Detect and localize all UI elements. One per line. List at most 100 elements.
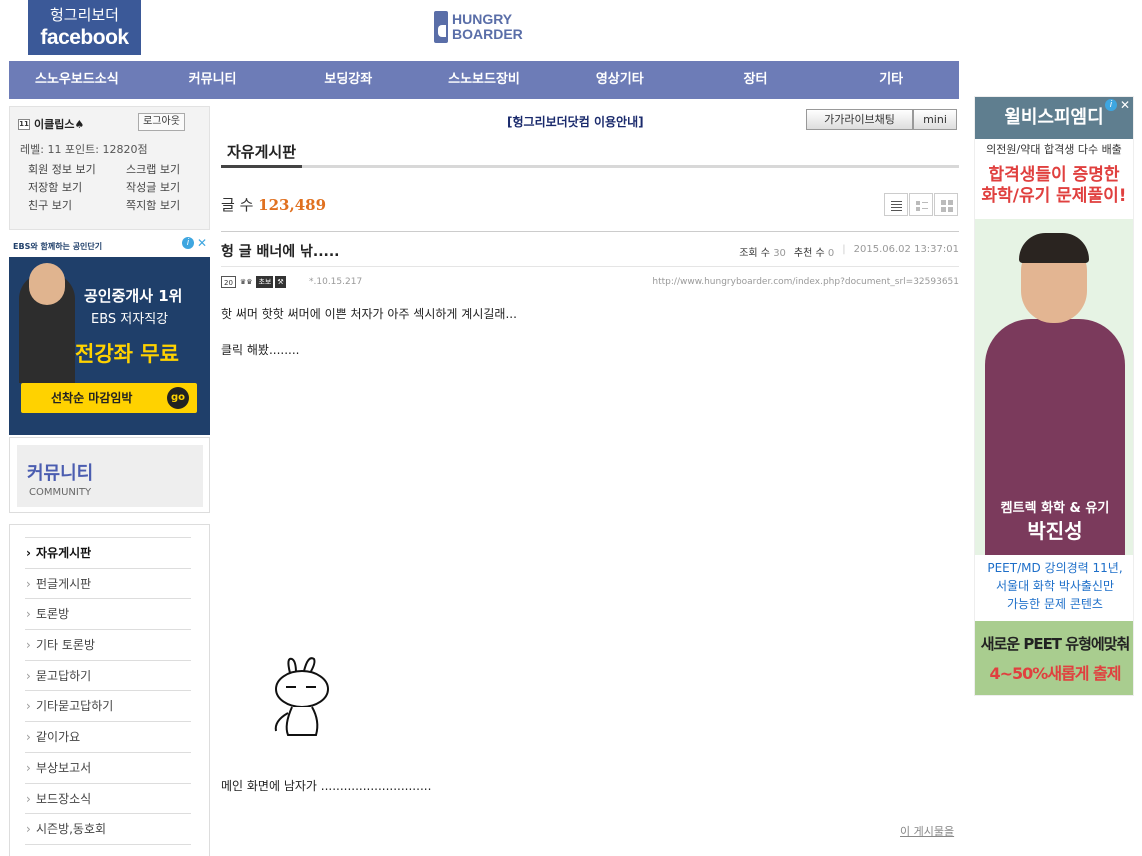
post-header: 헝 글 배너에 낚..... 조회 수 30 추천 수 0 | 2015.06.…	[221, 231, 959, 267]
post-body-line1: 핫 써머 핫핫 써머에 이쁜 처자가 아주 섹시하게 계시길래...	[221, 307, 517, 321]
right-ad-subhead: 의전원/약대 합격생 다수 배출	[986, 143, 1122, 156]
ad-headline: 공인중개사 1위	[84, 287, 183, 305]
main-nav: 스노우보드소식 커뮤니티 보딩강좌 스노보드장비 영상기타 장터 기타	[9, 61, 959, 99]
menu-item-fun-board[interactable]: 펀글게시판	[25, 569, 191, 600]
user-stats: 레벨: 11 포인트: 12820점	[20, 143, 148, 156]
right-ad-close-icon[interactable]: ✕	[1119, 99, 1131, 111]
ad-top-strip: EBS와 함께하는 공인단기	[9, 235, 210, 257]
post-title: 헝 글 배너에 낚.....	[221, 244, 340, 260]
user-info[interactable]: 11 이클립스♠	[18, 116, 84, 132]
username[interactable]: 이클립스♠	[34, 116, 84, 132]
author-level-icon: 20	[221, 276, 236, 288]
logo-mark-icon	[434, 11, 448, 43]
right-ad-choices[interactable]: i ✕	[1105, 99, 1131, 111]
view-mode-switcher	[884, 193, 958, 216]
board-menu: 자유게시판 펀글게시판 토론방 기타 토론방 묻고답하기 기타묻고답하기 같이가…	[9, 524, 210, 856]
site-logo[interactable]: HUNGRY BOARDER	[434, 10, 523, 44]
right-ad-footer-line2: 4~50%새롭게 출제	[989, 664, 1121, 683]
right-ad-instructor: 박진성	[1027, 519, 1083, 543]
right-ad-headline2: 화학/유기 문제풀이!	[981, 186, 1127, 206]
right-ad-footer: 새로운 PEET 유형에맞춰 4~50%새롭게 출제	[975, 621, 1133, 695]
right-banner-ad[interactable]: i ✕ 윌비스피엠디 의전원/약대 합격생 다수 배출 합격생들이 증명한 화학…	[974, 96, 1134, 696]
nav-item-snowboard-news[interactable]: 스노우보드소식	[9, 61, 145, 99]
nav-item-equipment[interactable]: 스노보드장비	[416, 61, 552, 99]
menu-item-free-board[interactable]: 자유게시판	[25, 538, 191, 569]
author-ip: *.10.15.217	[309, 277, 363, 287]
nav-item-market[interactable]: 장터	[688, 61, 824, 99]
nav-item-etc[interactable]: 기타	[823, 61, 959, 99]
post-count-label: 글 수	[221, 196, 254, 214]
nav-item-community[interactable]: 커뮤니티	[145, 61, 281, 99]
ad-subline: EBS 저자직강	[91, 312, 169, 327]
ad-go-icon: go	[167, 387, 189, 409]
menu-item-other-qna[interactable]: 기타묻고답하기	[25, 691, 191, 723]
post-list-link[interactable]: 이 게시물을	[900, 823, 954, 839]
login-box: 11 이클립스♠ 로그아웃 레벨: 11 포인트: 12820점 회원 정보 보…	[9, 106, 210, 230]
menu-item-go-together[interactable]: 같이가요	[25, 722, 191, 753]
menu-item-other-debate[interactable]: 기타 토론방	[25, 630, 191, 661]
menu-item-injury-report[interactable]: 부상보고서	[25, 753, 191, 784]
rabbit-emoticon	[274, 657, 329, 736]
menu-item-debate[interactable]: 토론방	[25, 599, 191, 631]
my-posts-link[interactable]: 작성글 보기	[126, 181, 206, 195]
post-count: 글 수 123,489	[221, 194, 326, 215]
ad-offer: 전강좌 무료	[75, 342, 179, 366]
list-view-icon[interactable]	[884, 193, 908, 216]
mini-button[interactable]: mini	[913, 109, 957, 130]
friends-link[interactable]: 친구 보기	[28, 199, 126, 213]
notice-link[interactable]: [헝그리보더닷컴 이용안내]	[507, 113, 644, 130]
chat-button[interactable]: 가가라이브채팅	[806, 109, 913, 130]
author-badge-icon: ⚒	[275, 276, 286, 288]
community-subtitle: COMMUNITY	[29, 487, 92, 498]
community-title: 커뮤니티	[27, 463, 94, 484]
board-title-bar: 자유게시판	[221, 140, 959, 168]
messages-link[interactable]: 쪽지함 보기	[126, 199, 206, 213]
nav-item-boarding-lessons[interactable]: 보딩강좌	[280, 61, 416, 99]
board-title: 자유게시판	[221, 140, 303, 168]
menu-item-qna[interactable]: 묻고답하기	[25, 661, 191, 692]
logout-button[interactable]: 로그아웃	[138, 113, 185, 131]
right-ad-description: PEET/MD 강의경력 11년, 서울대 화학 박사출신만 가능한 문제 콘텐…	[987, 561, 1123, 611]
recommend-count: 0	[827, 248, 835, 259]
community-banner[interactable]: 커뮤니티 COMMUNITY	[9, 437, 210, 513]
author-crown-icon: ♛♛	[237, 276, 255, 288]
post-body-line3: 메인 화면에 남자가 .............................	[221, 779, 432, 793]
author-rank-icon: 초보	[256, 276, 274, 288]
recommend-label: 추천 수	[793, 248, 825, 259]
scrap-link[interactable]: 스크랩 보기	[126, 163, 206, 177]
views-count: 30	[773, 248, 786, 259]
post-permalink[interactable]: http://www.hungryboarder.com/index.php?d…	[652, 277, 959, 287]
post-date: 2015.06.02 13:37:01	[853, 244, 959, 255]
author-info[interactable]: 20 ♛♛ 초보 ⚒	[221, 276, 286, 288]
ad-info-icon[interactable]: i	[182, 237, 194, 249]
facebook-badge[interactable]: 헝그리보더 facebook	[28, 0, 141, 55]
menu-item-season-club[interactable]: 시즌방,동호회	[25, 814, 191, 845]
menu-item-resort-news[interactable]: 보드장소식	[25, 784, 191, 815]
saved-link[interactable]: 저장함 보기	[28, 181, 126, 195]
right-ad-headline1: 합격생들이 증명한	[988, 165, 1120, 185]
facebook-badge-top: 헝그리보더	[49, 6, 119, 24]
ad-cta-label: 선착순 마감임박	[51, 391, 133, 405]
post-count-value: 123,489	[258, 196, 327, 214]
ad-person-image	[19, 263, 75, 383]
right-ad-footer-line1: 새로운 PEET 유형에맞춰	[980, 635, 1131, 653]
post-subheader: 20 ♛♛ 초보 ⚒ *.10.15.217 http://www.hungry…	[221, 276, 959, 292]
nav-item-videos[interactable]: 영상기타	[552, 61, 688, 99]
post-meta: 조회 수 30 추천 수 0 | 2015.06.02 13:37:01	[739, 244, 959, 259]
right-ad-info-icon[interactable]: i	[1105, 99, 1117, 111]
facebook-badge-label: facebook	[40, 26, 129, 49]
ad-choices[interactable]: i ✕	[182, 235, 210, 251]
post-body-line2: 클릭 해봤........	[221, 343, 300, 357]
ad-close-icon[interactable]: ✕	[196, 237, 208, 249]
level-icon: 11	[18, 118, 30, 130]
ad-cta-button[interactable]: 선착순 마감임박 go	[21, 383, 197, 413]
member-info-link[interactable]: 회원 정보 보기	[28, 163, 126, 177]
webzine-view-icon[interactable]	[909, 193, 933, 216]
gallery-view-icon[interactable]	[934, 193, 958, 216]
views-label: 조회 수	[739, 248, 770, 259]
logo-line1: HUNGRY	[452, 11, 513, 27]
logo-line2: BOARDER	[452, 26, 523, 42]
left-banner-ad[interactable]: EBS와 함께하는 공인단기 i ✕ 공인중개사 1위 EBS 저자직강 전강좌…	[9, 235, 210, 435]
ad-top-text: EBS와 함께하는 공인단기	[13, 241, 103, 251]
right-ad-course: 켐트렉 화학 & 유기	[1000, 501, 1110, 516]
